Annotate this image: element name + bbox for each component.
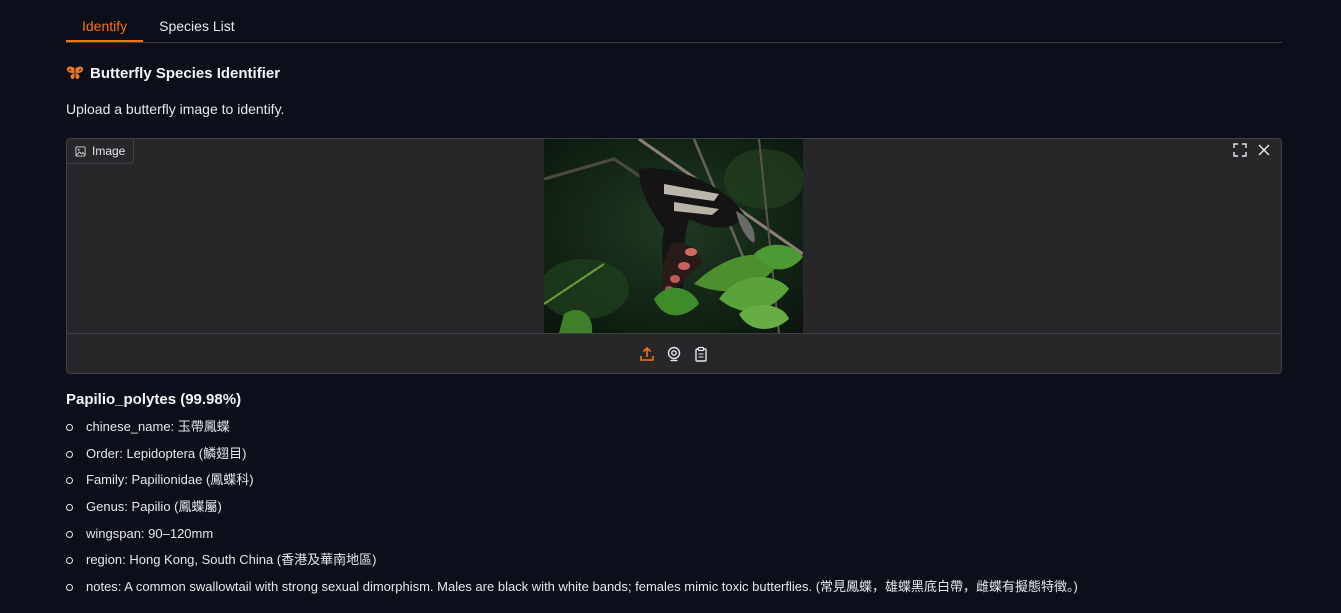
detail-wingspan: wingspan: 90–120mm bbox=[66, 521, 1078, 548]
species-details: chinese_name: 玉帶鳳蝶 Order: Lepidoptera (鱗… bbox=[66, 414, 1078, 601]
tab-species-list[interactable]: Species List bbox=[143, 11, 250, 41]
detail-region: region: Hong Kong, South China (香港及華南地區) bbox=[66, 547, 1078, 574]
tab-identify[interactable]: Identify bbox=[66, 11, 144, 42]
fullscreen-icon[interactable] bbox=[1231, 141, 1249, 159]
image-icon bbox=[75, 145, 86, 157]
image-label: Image bbox=[67, 139, 135, 164]
detail-notes: notes: A common swallowtail with strong … bbox=[66, 574, 1078, 601]
detail-genus: Genus: Papilio (鳳蝶屬) bbox=[66, 494, 1078, 521]
page-title-text: Butterfly Species Identifier bbox=[90, 64, 281, 82]
tab-bar: Identify Species List bbox=[66, 11, 1282, 43]
page-description: Upload a butterfly image to identify. bbox=[66, 101, 285, 117]
upload-icon[interactable] bbox=[638, 345, 656, 363]
image-actions bbox=[1231, 141, 1273, 159]
clipboard-icon[interactable] bbox=[692, 345, 710, 363]
butterfly-icon bbox=[66, 66, 84, 80]
detail-order: Order: Lepidoptera (鱗翅目) bbox=[66, 441, 1078, 468]
image-upload-panel[interactable]: Image bbox=[66, 138, 1282, 374]
butterfly-photo bbox=[544, 139, 803, 333]
detail-chinese-name: chinese_name: 玉帶鳳蝶 bbox=[66, 414, 1078, 441]
webcam-icon[interactable] bbox=[665, 345, 683, 363]
close-icon[interactable] bbox=[1255, 141, 1273, 159]
detail-family: Family: Papilionidae (鳳蝶科) bbox=[66, 467, 1078, 494]
image-label-text: Image bbox=[92, 144, 126, 158]
prediction-title: Papilio_polytes (99.98%) bbox=[66, 391, 242, 408]
page-title: Butterfly Species Identifier bbox=[66, 62, 280, 84]
image-source-toolbar bbox=[67, 333, 1281, 373]
